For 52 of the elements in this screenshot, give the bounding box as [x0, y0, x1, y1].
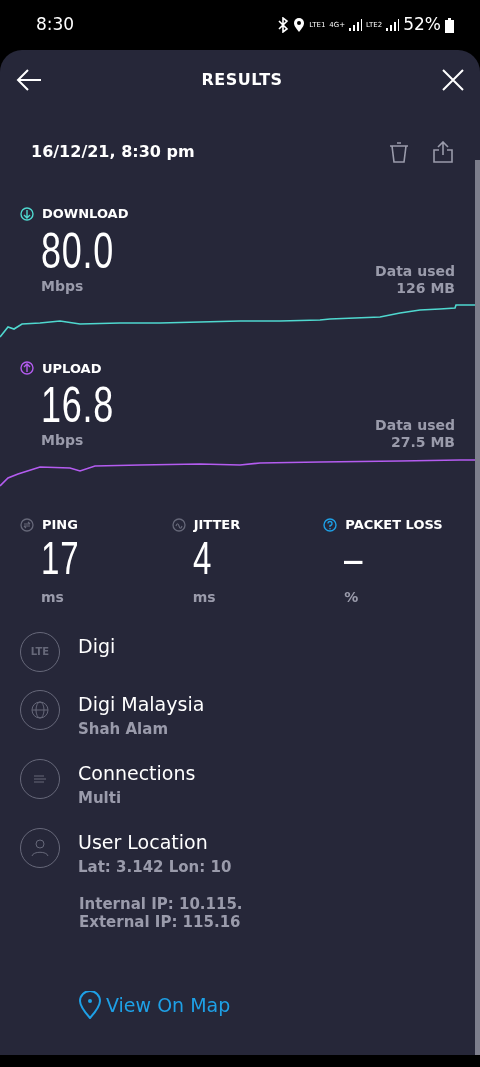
- info-title: Digi: [78, 633, 116, 659]
- download-arrow-icon: [20, 206, 34, 221]
- ip-address: Internal IP: 10.115.: [79, 894, 244, 913]
- info-subtitle: Lat: 3.142 Lon: 10: [78, 857, 232, 878]
- map-pin-icon: [78, 990, 102, 1019]
- data-used-label: Data used: [375, 262, 455, 280]
- close-icon: [442, 69, 464, 91]
- screen-title: RESULTS: [201, 69, 283, 91]
- data-used-value: 126 MB: [395, 279, 455, 297]
- data-used-value: 27.5 MB: [389, 434, 455, 451]
- metric-label: JITTER: [193, 516, 241, 534]
- help-icon: [323, 517, 338, 532]
- speed-value: 16.8: [41, 380, 114, 430]
- metric-unit: ms: [192, 587, 217, 607]
- speed-unit: Mbps: [41, 276, 85, 296]
- close-button[interactable]: [442, 69, 464, 91]
- signal-icon: [349, 19, 363, 31]
- result-date: 16/12/21, 8:30 pm: [31, 141, 195, 163]
- speed-value: 80.0: [41, 225, 114, 276]
- battery-percent: 52%: [403, 13, 441, 37]
- info-title: Digi Malaysia: [78, 691, 205, 717]
- speed-label: DOWNLOAD: [42, 205, 129, 223]
- battery-icon: [445, 17, 454, 33]
- share-button[interactable]: [433, 141, 453, 163]
- metric-unit: ms: [41, 587, 65, 607]
- speed-label: UPLOAD: [42, 359, 102, 378]
- info-title: User Location: [78, 829, 209, 855]
- ping-icon: [20, 517, 34, 532]
- metric-label: PING: [42, 516, 78, 534]
- metric-value: 17: [41, 534, 81, 581]
- info-subtitle: Shah Alam: [78, 719, 169, 740]
- back-arrow-icon: [16, 69, 42, 91]
- back-button[interactable]: [16, 69, 42, 91]
- delete-button[interactable]: [389, 141, 409, 163]
- view-map-link[interactable]: View On Map: [78, 990, 231, 1019]
- metric-unit: %: [344, 587, 360, 607]
- bluetooth-icon: [277, 17, 290, 33]
- upload-arrow-icon: [20, 361, 34, 376]
- clock-time: 8:30: [36, 13, 75, 37]
- trash-icon: [389, 141, 409, 163]
- data-used-label: Data used: [375, 417, 455, 435]
- metric-value: 4: [192, 534, 212, 581]
- info-title: Connections: [78, 760, 196, 786]
- metric-value: –: [344, 534, 365, 581]
- speed-unit: Mbps: [41, 431, 85, 450]
- signal-icon: [386, 19, 400, 31]
- share-icon: [433, 141, 453, 163]
- info-subtitle: Multi: [78, 788, 123, 809]
- ip-address: External IP: 115.16: [79, 912, 242, 931]
- location-icon: [293, 17, 306, 33]
- wave-icon: [171, 517, 186, 532]
- metric-label: PACKET LOSS: [345, 516, 443, 534]
